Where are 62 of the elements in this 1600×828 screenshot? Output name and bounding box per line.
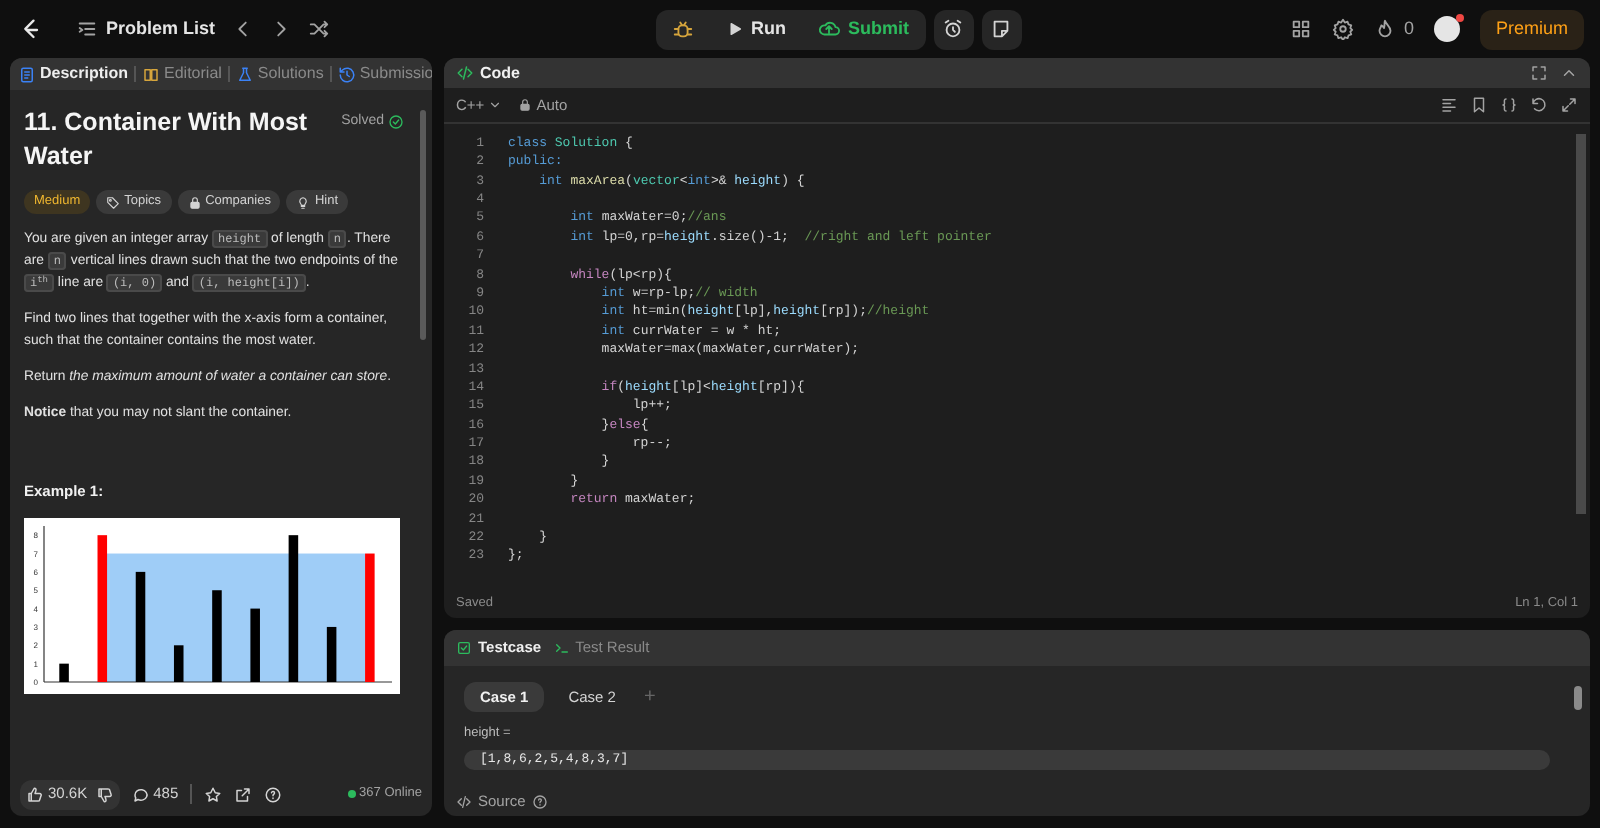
thumbs-up-icon [26,785,44,803]
history-icon [337,65,356,83]
lock-icon [187,195,202,209]
run-button[interactable]: Run [709,9,803,49]
checkbox-icon [456,640,472,656]
star-icon[interactable] [204,785,223,803]
scrollbar-thumb[interactable] [1575,134,1585,514]
problem-list-button[interactable]: Problem List [76,15,216,43]
code-icon [456,793,472,809]
timer-button[interactable] [933,9,974,49]
bar [59,664,69,683]
lock-icon [518,98,533,112]
cloud-upload-icon [818,18,841,40]
shuffle-icon[interactable] [307,18,330,40]
alarm-icon [942,18,965,40]
panel-tab[interactable]: Editorial [142,62,222,86]
bug-icon [671,18,694,40]
notes-button[interactable] [981,9,1022,49]
bar [173,645,184,683]
tag-icon [106,195,121,209]
panel-tab[interactable]: Solutions [235,62,324,86]
problem-title: 11. Container With Most Water [24,106,310,174]
panel-title: Code [480,61,520,85]
help-icon[interactable] [264,785,283,803]
terminal-icon [553,640,570,656]
collapse-icon[interactable] [1560,64,1578,82]
format-icon[interactable] [1440,96,1458,114]
document-icon [18,65,36,83]
book-icon [142,65,161,83]
reset-icon[interactable] [1530,96,1548,114]
bar [250,609,260,683]
bar [326,627,337,683]
scrollbar-thumb[interactable] [420,110,426,340]
list-icon [76,18,98,40]
play-icon [725,20,744,38]
chevron-down-icon [488,98,503,112]
flask-icon [235,65,254,83]
check-circle-icon [388,114,404,131]
bookmark-icon[interactable] [1470,96,1488,114]
bar [365,554,375,683]
code-icon [456,64,474,82]
maximize-icon[interactable] [1530,64,1548,82]
bar [212,590,222,683]
help-icon[interactable] [531,793,548,809]
streak-counter[interactable]: 0 [1373,15,1414,43]
share-icon[interactable] [234,785,253,803]
note-icon [990,18,1013,40]
flame-icon [1373,18,1396,40]
scrollbar-thumb[interactable] [1574,686,1582,710]
fullscreen-icon[interactable] [1560,96,1578,114]
panel-tab[interactable]: Description [18,62,129,86]
avatar[interactable] [1433,16,1460,42]
settings-icon[interactable] [1331,18,1354,40]
premium-button[interactable]: Premium [1479,9,1584,49]
lightbulb-icon [296,195,311,209]
braces-icon[interactable] [1500,96,1518,114]
submit-button[interactable]: Submit [802,9,926,49]
thumbs-down-icon[interactable] [95,785,114,803]
bar [135,572,146,683]
panel-tab[interactable]: Submissio [337,62,432,86]
comment-icon [131,785,150,803]
grid-icon[interactable] [1289,18,1312,40]
